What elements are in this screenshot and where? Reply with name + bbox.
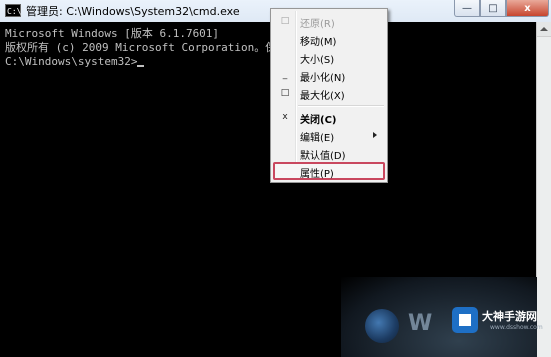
menu-item-label: 最大化(X) (300, 91, 345, 102)
menu-item-label: 编辑(E) (300, 133, 335, 144)
submenu-arrow-icon (373, 132, 377, 138)
menu-item-label: 属性(P) (300, 169, 334, 180)
cmd-app-icon[interactable]: C:\ (5, 4, 21, 17)
menu-item-properties[interactable]: 属性(P) (273, 162, 385, 180)
menu-item-defaults[interactable]: 默认值(D) (273, 144, 385, 162)
maximize-icon: □ (280, 88, 290, 98)
menu-item-close[interactable]: x 关闭(C) (273, 108, 385, 126)
menu-item-label: 还原(R) (300, 19, 335, 30)
brand-name: 大神手游网 (482, 310, 537, 323)
minimize-button[interactable]: — (454, 0, 480, 17)
windows-logo-icon (365, 309, 399, 343)
console-line: Microsoft Windows [版本 6.1.7601] (5, 27, 220, 40)
menu-item-maximize[interactable]: □ 最大化(X) (273, 84, 385, 102)
close-button[interactable]: x (506, 0, 549, 17)
restore-icon: □ (280, 16, 290, 26)
minimize-icon: _ (282, 70, 288, 80)
menu-item-label: 大小(S) (300, 55, 335, 66)
menu-item-restore[interactable]: □ 还原(R) (273, 12, 385, 30)
maximize-button[interactable]: □ (480, 0, 506, 17)
menu-item-size[interactable]: 大小(S) (273, 48, 385, 66)
close-icon: x (282, 112, 288, 122)
menu-item-minimize[interactable]: _ 最小化(N) (273, 66, 385, 84)
console-line: 版权所有 (c) 2009 Microsoft Corporation。保留所有… (5, 41, 343, 54)
menu-separator (298, 105, 384, 107)
console-prompt: C:\Windows\system32> (5, 55, 138, 68)
window-title: 管理员: C:\Windows\System32\cmd.exe (26, 5, 240, 18)
menu-item-label: 默认值(D) (300, 151, 346, 162)
menu-item-label: 移动(M) (300, 37, 337, 48)
vertical-scrollbar[interactable] (536, 22, 551, 357)
menu-item-edit[interactable]: 编辑(E) (273, 126, 385, 144)
brand-logo-icon (452, 307, 478, 333)
console-prompt-line: C:\Windows\system32> (5, 55, 532, 69)
window-controls: — □ x (454, 0, 549, 18)
scroll-up-arrow-icon[interactable] (537, 22, 551, 37)
menu-item-move[interactable]: 移动(M) (273, 30, 385, 48)
text-cursor (137, 65, 145, 67)
watermark-letter: W (408, 311, 432, 336)
system-context-menu: □ 还原(R) 移动(M) 大小(S) _ 最小化(N) □ 最大化(X) x … (270, 8, 388, 183)
menu-item-label: 关闭(C) (300, 115, 337, 126)
menu-item-label: 最小化(N) (300, 73, 346, 84)
brand-url: www.dsshow.com (490, 324, 543, 331)
